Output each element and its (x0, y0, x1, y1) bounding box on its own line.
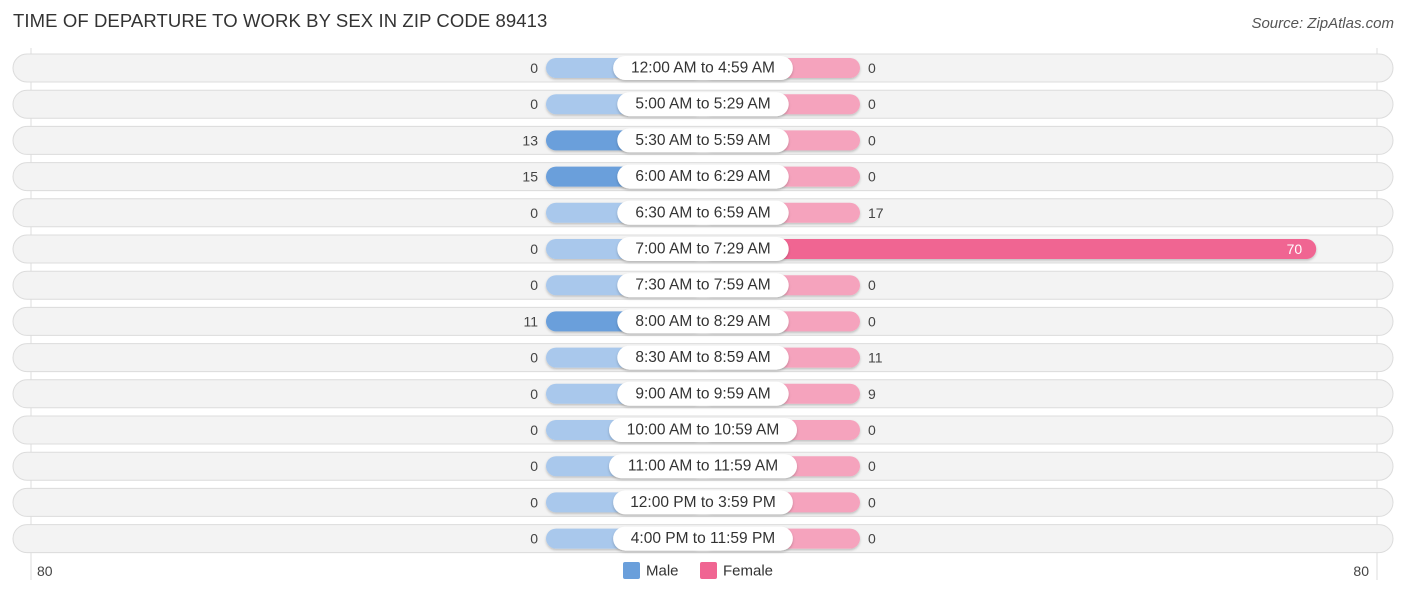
male-value-label: 0 (530, 531, 538, 547)
female-value-label: 17 (868, 205, 884, 221)
legend-swatch-male (623, 562, 640, 579)
male-value-label: 0 (530, 386, 538, 402)
female-value-label: 0 (868, 494, 876, 510)
legend-swatch-female (700, 562, 717, 579)
category-label: 7:00 AM to 7:29 AM (635, 241, 770, 258)
female-bar (703, 239, 1317, 259)
category-label: 6:00 AM to 6:29 AM (635, 168, 770, 185)
female-value-label: 11 (868, 350, 883, 366)
male-value-label: 0 (530, 60, 538, 76)
axis-label-left: 80 (37, 563, 53, 579)
category-label: 11:00 AM to 11:59 AM (628, 458, 778, 475)
category-label: 5:00 AM to 5:29 AM (635, 96, 770, 113)
female-value-label: 9 (868, 386, 876, 402)
male-value-label: 0 (530, 350, 538, 366)
axis-label-right: 80 (1353, 563, 1369, 579)
category-label: 7:30 AM to 7:59 AM (635, 277, 770, 294)
female-value-label: 0 (868, 132, 876, 148)
category-label: 9:00 AM to 9:59 AM (635, 385, 770, 402)
male-value-label: 13 (522, 132, 538, 148)
male-value-label: 0 (530, 205, 538, 221)
male-value-label: 0 (530, 458, 538, 474)
category-label: 8:00 AM to 8:29 AM (635, 313, 770, 330)
male-value-label: 0 (530, 422, 538, 438)
category-label: 12:00 AM to 4:59 AM (631, 60, 775, 77)
category-label: 10:00 AM to 10:59 AM (627, 422, 780, 439)
male-value-label: 11 (523, 313, 538, 329)
category-label: 12:00 PM to 3:59 PM (630, 494, 776, 511)
female-value-label: 0 (868, 96, 876, 112)
category-label: 8:30 AM to 8:59 AM (635, 349, 770, 366)
legend-label-male: Male (646, 563, 679, 580)
male-value-label: 15 (522, 169, 538, 185)
female-value-label: 0 (868, 169, 876, 185)
category-label: 4:00 PM to 11:59 PM (631, 530, 775, 547)
male-value-label: 0 (530, 277, 538, 293)
category-label: 6:30 AM to 6:59 AM (635, 204, 770, 221)
category-label: 5:30 AM to 5:59 AM (635, 132, 770, 149)
chart: 0 0 12:00 AM to 4:59 AM 0 0 5:00 AM to 5:29 A… (12, 48, 1394, 580)
female-value-label: 0 (868, 313, 876, 329)
female-value-label: 0 (868, 531, 876, 547)
female-value-label: 0 (868, 60, 876, 76)
male-value-label: 0 (530, 241, 538, 257)
female-value-label: 0 (868, 458, 876, 474)
female-value-label: 0 (868, 422, 876, 438)
male-value-label: 0 (530, 494, 538, 510)
legend-label-female: Female (723, 563, 773, 580)
female-value-label: 0 (868, 277, 876, 293)
female-value-label: 70 (1287, 241, 1303, 257)
male-value-label: 0 (530, 96, 538, 112)
